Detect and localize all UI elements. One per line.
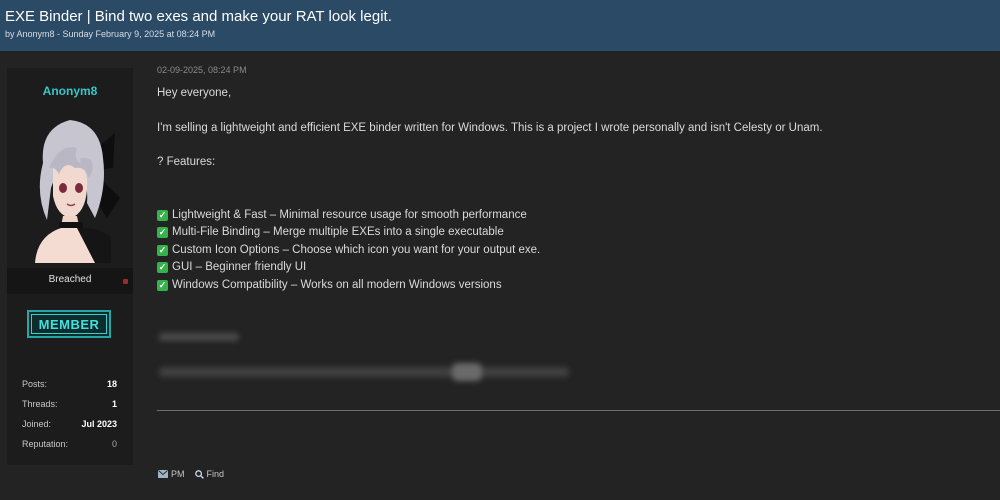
check-mark-icon: ✓ [157, 209, 168, 221]
post-body: Hey everyone, I'm selling a lightweight … [157, 85, 992, 294]
author-name[interactable]: Anonym8 [7, 84, 133, 98]
feature-text: Custom Icon Options – Choose which icon … [172, 243, 541, 256]
check-mark-icon: ✓ [157, 262, 168, 274]
post-greeting: Hey everyone, [157, 87, 232, 99]
find-button[interactable]: Find [194, 469, 225, 479]
features-heading: ? Features: [157, 156, 216, 168]
rank-label: Breached [48, 274, 92, 285]
stat-label: Joined: [22, 419, 52, 429]
search-icon [194, 469, 204, 479]
feature-item: ✓ Multi-File Binding – Merge multiple EX… [157, 224, 992, 242]
stat-joined: Joined: Jul 2023 [22, 414, 117, 434]
member-badge-label: MEMBER [31, 314, 107, 334]
post: Anonym8 Breached MEMBER Posts: 18 Thread… [0, 51, 1000, 500]
post-date: 02-09-2025, 08:24 PM [157, 65, 247, 75]
check-mark-icon: ✓ [157, 244, 168, 256]
feature-item: ✓ Windows Compatibility – Works on all m… [157, 277, 992, 295]
post-separator [157, 410, 1000, 411]
thread-meta: by Anonym8 - Sunday February 9, 2025 at … [5, 29, 216, 39]
check-mark-icon: ✓ [157, 227, 168, 239]
avatar[interactable] [15, 108, 125, 263]
pm-label: PM [171, 469, 185, 479]
envelope-icon [158, 470, 168, 478]
find-label: Find [206, 469, 225, 479]
stat-value: Jul 2023 [81, 419, 117, 429]
pm-button[interactable]: PM [158, 469, 185, 479]
stat-label: Threads: [22, 399, 58, 409]
feature-item: ✓ Custom Icon Options – Choose which ico… [157, 242, 992, 260]
stat-value[interactable]: 18 [107, 379, 117, 389]
author-panel: Anonym8 Breached MEMBER Posts: 18 Thread… [7, 68, 133, 465]
author-stats: Posts: 18 Threads: 1 Joined: Jul 2023 Re… [22, 374, 117, 454]
anime-avatar-icon [35, 120, 120, 263]
stat-reputation: Reputation: 0 [22, 434, 117, 454]
stat-posts: Posts: 18 [22, 374, 117, 394]
post-content: 02-09-2025, 08:24 PM Hey everyone, I'm s… [157, 65, 992, 294]
feature-text: Lightweight & Fast – Minimal resource us… [172, 208, 527, 221]
stat-value[interactable]: 0 [112, 439, 117, 449]
stat-label: Reputation: [22, 439, 69, 449]
stat-label: Posts: [22, 379, 48, 389]
stat-threads: Threads: 1 [22, 394, 117, 414]
thread-header: EXE Binder | Bind two exes and make your… [0, 0, 1000, 51]
feature-item: ✓ Lightweight & Fast – Minimal resource … [157, 207, 992, 225]
feature-text: GUI – Beginner friendly UI [172, 261, 307, 273]
hidden-content-blur [157, 326, 577, 396]
feature-item: ✓ GUI – Beginner friendly UI [157, 259, 992, 277]
rank-bar: Breached [7, 268, 133, 294]
rank-indicator-icon [123, 279, 128, 284]
thread-title: EXE Binder | Bind two exes and make your… [5, 8, 392, 25]
feature-text: Multi-File Binding – Merge multiple EXEs… [172, 226, 504, 238]
stat-value[interactable]: 1 [112, 399, 117, 409]
member-badge: MEMBER [27, 310, 111, 338]
post-actions: PM Find [158, 469, 224, 479]
feature-text: Windows Compatibility – Works on all mod… [172, 278, 502, 291]
check-mark-icon: ✓ [157, 279, 168, 291]
post-intro: I'm selling a lightweight and efficient … [157, 121, 823, 134]
